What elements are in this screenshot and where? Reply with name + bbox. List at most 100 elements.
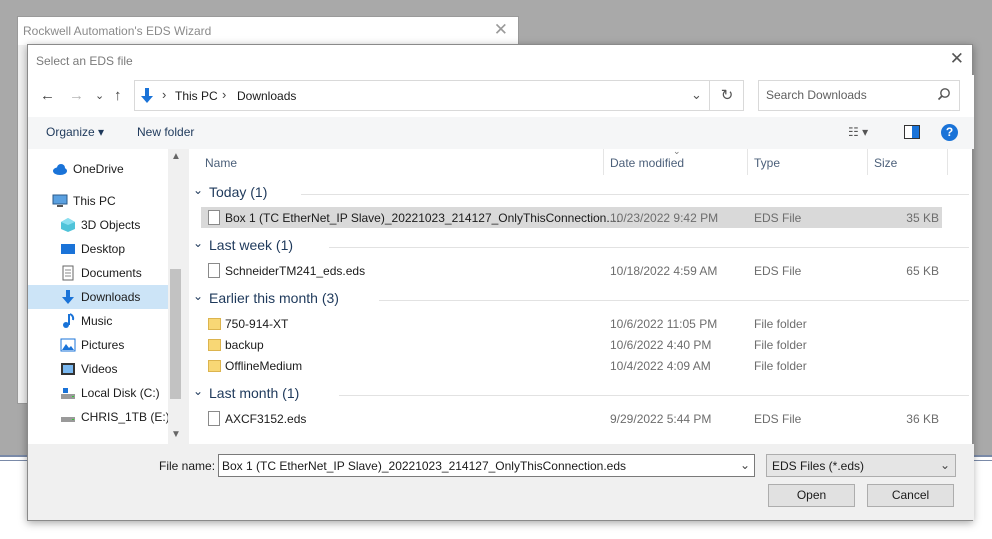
sidebar-item-onedrive[interactable]: OneDrive — [28, 157, 168, 181]
music-icon — [63, 313, 75, 328]
sidebar-item-3d-objects[interactable]: 3D Objects — [28, 213, 168, 237]
group-header-last-month[interactable]: ⌄ Last month (1) — [189, 383, 969, 405]
computer-icon — [52, 194, 68, 207]
sidebar-item-pictures[interactable]: Pictures — [28, 333, 168, 357]
documents-icon — [62, 265, 74, 281]
sidebar-item-music[interactable]: Music — [28, 309, 168, 333]
group-divider — [301, 194, 969, 195]
view-options-icon[interactable]: ☷ ▾ — [848, 125, 868, 139]
breadcrumb-this-pc[interactable]: This PC — [175, 89, 218, 103]
sidebar-item-label: Pictures — [81, 338, 125, 352]
collapse-chevron-icon[interactable]: ⌄ — [193, 236, 203, 250]
close-icon[interactable]: ✕ — [494, 20, 508, 40]
preview-pane-icon[interactable] — [904, 125, 920, 139]
sidebar-item-label: This PC — [73, 194, 116, 208]
file-type-select[interactable]: EDS Files (*.eds) ⌄ — [766, 454, 956, 477]
nav-scrollbar[interactable]: ▲ ▼ — [168, 149, 183, 444]
wizard-titlebar: Rockwell Automation's EDS Wizard ✕ — [18, 17, 518, 45]
command-bar: Organize ▾ New folder ☷ ▾ ? — [28, 117, 974, 149]
file-date: 10/23/2022 9:42 PM — [610, 211, 719, 225]
organize-button[interactable]: Organize ▾ — [46, 125, 104, 139]
file-date: 10/6/2022 11:05 PM — [610, 317, 718, 331]
file-name-input[interactable] — [222, 459, 727, 473]
column-header-date-label: Date modified — [610, 156, 685, 170]
open-button[interactable]: Open — [768, 484, 855, 507]
new-folder-button[interactable]: New folder — [137, 125, 194, 139]
collapse-chevron-icon[interactable]: ⌄ — [193, 289, 203, 303]
chevron-down-icon[interactable]: ⌄ — [940, 458, 950, 472]
folder-icon — [208, 360, 221, 372]
file-name-combo[interactable]: ⌄ — [218, 454, 755, 477]
column-header-type[interactable]: Type — [748, 149, 868, 175]
search-icon[interactable] — [937, 87, 951, 101]
dialog-title: Select an EDS file — [36, 54, 133, 68]
cancel-button[interactable]: Cancel — [867, 484, 954, 507]
file-type: EDS File — [754, 412, 802, 426]
cloud-icon — [53, 164, 67, 175]
file-icon — [208, 411, 220, 426]
file-dialog: Select an EDS file ✕ ← → ⌄ ↑ › This PC ›… — [27, 44, 974, 521]
chevron-down-icon[interactable]: ⌄ — [740, 458, 750, 472]
collapse-chevron-icon[interactable]: ⌄ — [193, 183, 203, 197]
recent-locations-chevron-icon[interactable]: ⌄ — [95, 89, 104, 102]
sidebar-item-documents[interactable]: Documents — [28, 261, 168, 285]
group-label: Last week (1) — [209, 237, 294, 253]
refresh-icon[interactable]: ↻ — [709, 81, 744, 110]
group-header-today[interactable]: ⌄ Today (1) — [189, 182, 969, 204]
file-name: 750-914-XT — [225, 317, 289, 331]
wizard-title: Rockwell Automation's EDS Wizard — [23, 24, 212, 38]
breadcrumb-downloads[interactable]: Downloads — [237, 89, 296, 103]
column-header-name[interactable]: Name — [199, 149, 604, 175]
up-arrow-icon[interactable]: ↑ — [114, 87, 122, 104]
table-row[interactable]: backup 10/6/2022 4:40 PM File folder — [201, 334, 942, 355]
help-icon[interactable]: ? — [941, 124, 958, 141]
group-header-earlier-this-month[interactable]: ⌄ Earlier this month (3) — [189, 288, 969, 310]
breadcrumb-separator: › — [162, 87, 167, 102]
file-size: 65 KB — [906, 264, 939, 278]
search-box[interactable] — [758, 80, 960, 111]
group-label: Earlier this month (3) — [209, 290, 339, 306]
scroll-thumb[interactable] — [170, 269, 181, 399]
download-icon — [141, 88, 153, 103]
table-row[interactable]: AXCF3152.eds 9/29/2022 5:44 PM EDS File … — [201, 408, 942, 429]
search-input[interactable] — [766, 88, 926, 102]
desktop-icon — [61, 244, 75, 254]
file-type-value: EDS Files (*.eds) — [772, 459, 865, 473]
file-date: 10/6/2022 4:40 PM — [610, 338, 712, 352]
column-header-size[interactable]: Size — [868, 149, 948, 175]
sidebar-item-label: Documents — [81, 266, 142, 280]
forward-arrow-icon[interactable]: → — [69, 87, 84, 104]
file-type: EDS File — [754, 264, 802, 278]
sidebar-item-this-pc[interactable]: This PC — [28, 189, 168, 213]
group-header-last-week[interactable]: ⌄ Last week (1) — [189, 235, 969, 257]
sidebar-item-label: Desktop — [81, 242, 126, 256]
scroll-down-arrow-icon[interactable]: ▼ — [171, 429, 181, 440]
address-dropdown-chevron-icon[interactable]: ⌄ — [691, 87, 702, 103]
sidebar-item-label: Music — [81, 314, 113, 328]
dialog-titlebar: Select an EDS file ✕ — [28, 45, 972, 75]
table-row[interactable]: Box 1 (TC EtherNet_IP Slave)_20221023_21… — [201, 207, 942, 228]
pictures-icon — [60, 338, 76, 352]
file-icon — [208, 210, 220, 225]
sidebar-item-label: Videos — [81, 362, 118, 376]
breadcrumb-separator[interactable]: › — [222, 87, 226, 102]
file-date: 10/4/2022 4:09 AM — [610, 359, 711, 373]
sidebar-item-label: Downloads — [81, 290, 141, 304]
scroll-up-arrow-icon[interactable]: ▲ — [171, 151, 181, 162]
address-bar[interactable]: › This PC › Downloads ⌄ ↻ — [134, 80, 744, 111]
file-name: AXCF3152.eds — [225, 412, 307, 426]
back-arrow-icon[interactable]: ← — [40, 87, 55, 104]
table-row[interactable]: SchneiderTM241_eds.eds 10/18/2022 4:59 A… — [201, 260, 942, 281]
table-row[interactable]: OfflineMedium 10/4/2022 4:09 AM File fol… — [201, 355, 942, 376]
table-row[interactable]: 750-914-XT 10/6/2022 11:05 PM File folde… — [201, 313, 942, 334]
close-icon[interactable]: ✕ — [950, 49, 964, 69]
collapse-chevron-icon[interactable]: ⌄ — [193, 384, 203, 398]
sidebar-item-desktop[interactable]: Desktop — [28, 237, 168, 261]
sidebar-item-local-disk[interactable]: Local Disk (C:) — [28, 381, 168, 405]
sidebar-item-downloads[interactable]: Downloads — [28, 285, 168, 309]
sidebar-item-chris-1tb[interactable]: CHRIS_1TB (E:) — [28, 405, 170, 429]
file-name: OfflineMedium — [225, 359, 303, 373]
dialog-footer: File name: ⌄ EDS Files (*.eds) ⌄ Open Ca… — [28, 444, 974, 520]
file-name-label: File name: — [159, 459, 216, 473]
sidebar-item-videos[interactable]: Videos — [28, 357, 168, 381]
